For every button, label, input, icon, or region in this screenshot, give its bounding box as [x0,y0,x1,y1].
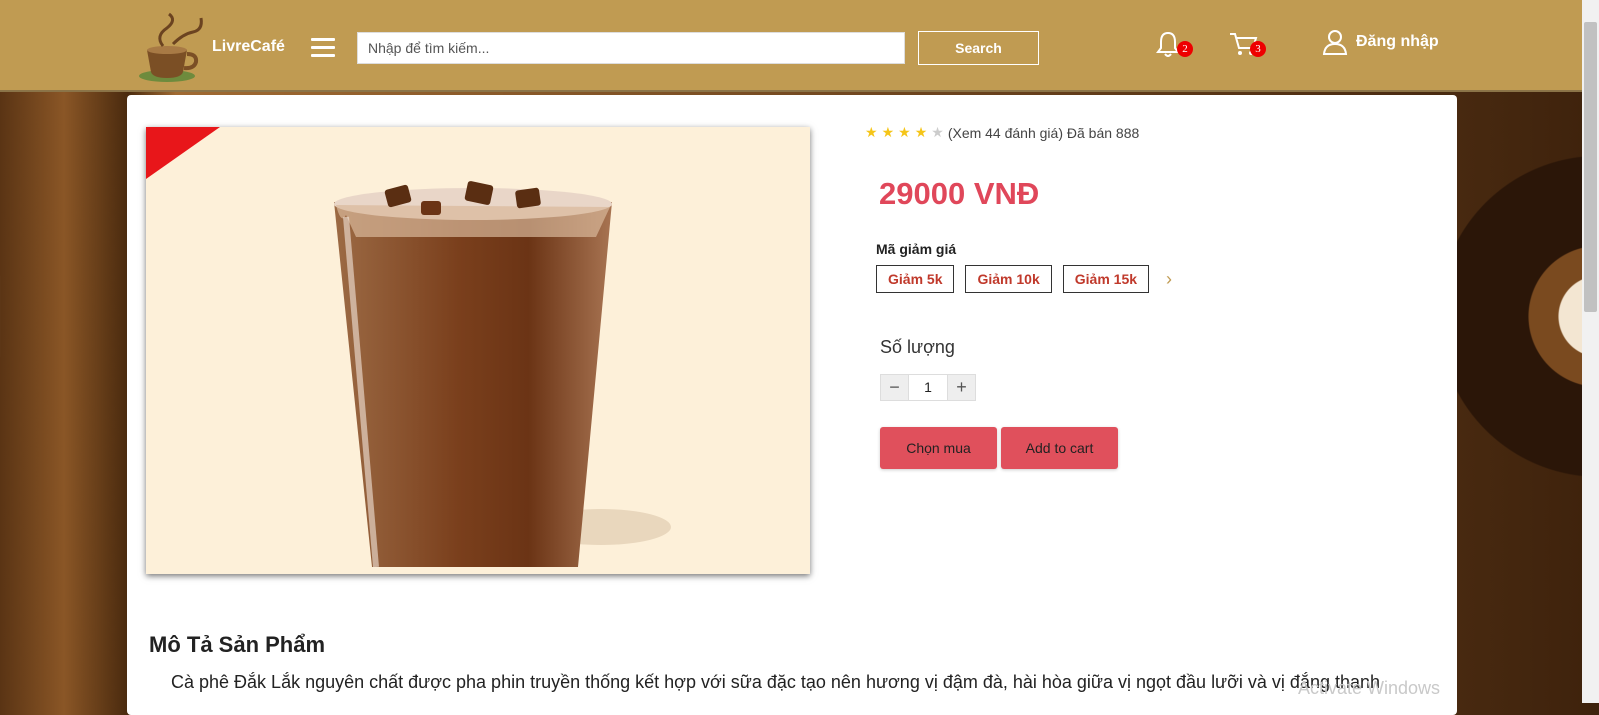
scrollbar[interactable] [1582,0,1599,703]
quantity-value[interactable]: 1 [908,375,948,400]
star-icon: ★ [931,124,944,140]
menu-icon[interactable] [311,38,335,58]
notification-badge: 2 [1177,41,1193,57]
coupon-10k[interactable]: Giảm 10k [965,265,1052,293]
star-icon: ★ [914,124,928,140]
product-price: 29000 VNĐ [879,176,1040,211]
description-text: Cà phê Đắk Lắk nguyên chất được pha phin… [171,672,1381,692]
cart-button[interactable]: 3 [1228,30,1266,62]
minus-icon[interactable]: − [881,375,908,400]
plus-icon[interactable]: + [948,375,975,400]
star-icon: ★ [898,124,911,140]
activation-watermark: Activate Windows [1298,678,1441,698]
coffee-cup-logo[interactable] [137,12,205,84]
star-icon: ★ [881,124,895,140]
product-image [146,127,810,574]
iced-coffee-glass-image [334,181,671,568]
notification-button[interactable]: 2 [1155,30,1193,62]
cart-badge: 3 [1250,41,1266,57]
product-card: ★ ★ ★ ★ ★ (Xem 44 đánh giá) Đã bán 888 29000… [127,95,1457,715]
corner-ribbon [146,127,220,179]
user-icon [1322,30,1348,55]
add-to-cart-button[interactable]: Add to cart [1001,427,1118,469]
description-title: Mô Tả Sản Phẩm [149,632,326,657]
scrollbar-thumb[interactable] [1584,22,1597,312]
top-header: LivreCafé Search 2 3 Đăng nhập [0,0,1582,92]
buy-button[interactable]: Chọn mua [880,427,997,469]
search-button[interactable]: Search [918,31,1039,65]
login-label: Đăng nhập [1356,33,1439,50]
coupon-label: Mã giảm giá [876,241,957,257]
product-rating: ★ ★ ★ ★ ★ (Xem 44 đánh giá) Đã bán 888 [865,124,1139,141]
coupon-5k[interactable]: Giảm 5k [876,265,955,293]
star-icon: ★ [865,124,878,140]
rating-stars: ★ ★ ★ ★ ★ [865,124,948,141]
login-link[interactable]: Đăng nhập [1322,28,1439,56]
chevron-right-icon[interactable]: › [1166,269,1172,290]
quantity-stepper: − 1 + [880,374,976,401]
brand-name[interactable]: LivreCafé [212,38,285,56]
coupon-list: Giảm 5k Giảm 10k Giảm 15k › [876,265,1172,293]
coupon-15k[interactable]: Giảm 15k [1062,265,1150,293]
quantity-label: Số lượng [880,337,955,357]
rating-text[interactable]: (Xem 44 đánh giá) Đã bán 888 [948,125,1139,141]
search-input[interactable] [357,32,905,64]
